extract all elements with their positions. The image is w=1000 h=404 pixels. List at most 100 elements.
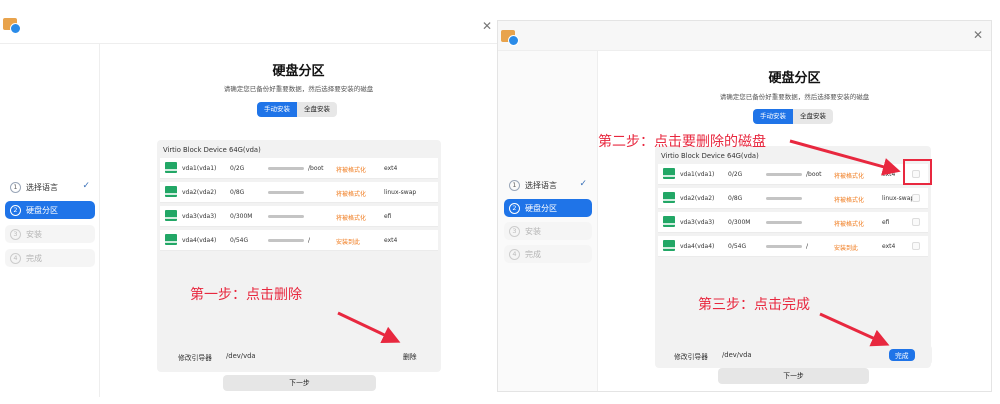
partition-size: 0/8G	[728, 195, 743, 202]
delete-button[interactable]: 删除	[403, 351, 417, 361]
install-mode-toggle: 手动安装 全盘安装	[753, 109, 833, 124]
bootloader-bar: 修改引导器 /dev/vda 删除	[166, 346, 438, 366]
partition-usage-bar	[766, 245, 802, 248]
annotation-step1: 第一步：点击删除	[190, 287, 302, 303]
installer-app-icon	[501, 30, 519, 46]
disk-partition-list: Virtio Block Device 64G(vda) vda1(vda1) 0…	[157, 140, 441, 372]
main-content: 硬盘分区 请确定您已备份好重要数据，然后选择要安装的磁盘 手动安装 全盘安装 V…	[598, 51, 991, 391]
partition-mount: /	[308, 237, 311, 244]
full-disk-install-tab[interactable]: 全盘安装	[793, 109, 833, 124]
partition-filesystem: efi	[882, 219, 890, 226]
steps-sidebar: 1 选择语言 ✓ 2 硬盘分区 3 安装 4 完成	[498, 51, 598, 391]
partition-row[interactable]: vda1(vda1) 0/2G/boot 将被格式化 ext4	[658, 164, 928, 185]
partition-row[interactable]: vda4(vda4) 0/54G / 安装到此 ext4	[160, 230, 438, 251]
partition-status: 将被格式化	[834, 173, 865, 180]
check-icon: ✓	[579, 179, 587, 189]
step-language: 1 选择语言 ✓	[504, 176, 592, 194]
step-partition: 2 硬盘分区	[5, 201, 95, 219]
disk-partition-icon	[663, 216, 675, 227]
partition-row[interactable]: vda2(vda2) 0/8G 将被格式化 linux-swap	[658, 188, 928, 209]
disk-partition-icon	[663, 192, 675, 203]
partition-size: 0/2G	[728, 171, 743, 178]
disk-partition-icon	[165, 186, 177, 197]
next-step-button[interactable]: 下一步	[223, 375, 376, 391]
partition-row[interactable]: vda3(vda3) 0/300M 将被格式化 efi	[658, 212, 928, 233]
partition-status: 将被格式化	[336, 191, 367, 198]
page-subtitle: 请确定您已备份好重要数据，然后选择要安装的磁盘	[223, 85, 374, 93]
step-install: 3 安装	[5, 225, 95, 243]
partition-status: 安装到此	[834, 245, 859, 252]
close-icon[interactable]: ✕	[973, 29, 983, 41]
full-disk-install-tab[interactable]: 全盘安装	[297, 102, 337, 117]
titlebar: ✕	[0, 8, 497, 44]
partition-usage-bar	[268, 239, 304, 242]
partition-status: 将被格式化	[336, 167, 367, 174]
done-button[interactable]: 完成	[889, 349, 915, 361]
page-subtitle: 请确定您已备份好重要数据，然后选择要安装的磁盘	[719, 93, 870, 101]
annotation-step3: 第三步：点击完成	[698, 297, 810, 313]
partition-row[interactable]: vda3(vda3) 0/300M 将被格式化 efi	[160, 206, 438, 227]
partition-select-checkbox[interactable]	[912, 194, 920, 202]
close-icon[interactable]: ✕	[482, 20, 492, 32]
bootloader-device[interactable]: /dev/vda	[722, 351, 752, 359]
partition-size: 0/8G	[230, 189, 245, 196]
partition-size: 0/54G	[728, 243, 747, 250]
bootloader-device[interactable]: /dev/vda	[226, 352, 256, 360]
installer-window-right: ✕ 1 选择语言 ✓ 2 硬盘分区 3 安装 4 完成 硬盘分区 请确定您已备份…	[497, 20, 992, 392]
partition-filesystem: ext4	[882, 171, 896, 178]
partition-usage-bar	[766, 197, 802, 200]
partition-select-checkbox[interactable]	[912, 242, 920, 250]
bootloader-label: 修改引导器	[674, 353, 708, 361]
partition-status: 将被格式化	[834, 197, 865, 204]
partition-mount: /boot	[308, 165, 324, 172]
disk-partition-icon	[663, 240, 675, 251]
partition-select-checkbox[interactable]	[912, 218, 920, 226]
manual-install-tab[interactable]: 手动安装	[753, 109, 794, 124]
partition-name: vda4(vda4)	[680, 243, 715, 250]
check-icon: ✓	[82, 181, 90, 191]
partition-filesystem: linux-swap	[882, 195, 915, 202]
bootloader-label: 修改引导器	[178, 354, 212, 362]
partition-size: 0/54G	[230, 237, 249, 244]
annotation-step2: 第二步：点击要删除的磁盘	[598, 134, 766, 150]
partition-name: vda3(vda3)	[182, 213, 217, 220]
manual-install-tab[interactable]: 手动安装	[257, 102, 298, 117]
partition-usage-bar	[766, 173, 802, 176]
titlebar: ✕	[498, 21, 991, 51]
partition-row[interactable]: vda2(vda2) 0/8G 将被格式化 linux-swap	[160, 182, 438, 203]
installer-app-icon	[3, 18, 21, 34]
step-partition: 2 硬盘分区	[504, 199, 592, 217]
partition-name: vda1(vda1)	[182, 165, 217, 172]
partition-size: 0/300M	[230, 213, 253, 220]
step-language: 1 选择语言 ✓	[5, 178, 95, 196]
disk-partition-icon	[165, 234, 177, 245]
annotation-highlight-box	[903, 159, 932, 185]
disk-partition-list: Virtio Block Device 64G(vda) vda1(vda1) 0…	[655, 146, 931, 368]
partition-status: 将被格式化	[834, 221, 865, 228]
partition-row[interactable]: vda1(vda1) 0/2G/boot 将被格式化 ext4	[160, 158, 438, 179]
partition-filesystem: ext4	[882, 243, 896, 250]
partition-name: vda4(vda4)	[182, 237, 217, 244]
partition-filesystem: ext4	[384, 165, 398, 172]
page-title: 硬盘分区	[272, 64, 325, 79]
partition-row[interactable]: vda4(vda4) 0/54G / 安装到此 ext4	[658, 236, 928, 257]
partition-filesystem: linux-swap	[384, 189, 417, 196]
partition-size: 0/2G	[230, 165, 245, 172]
page-title: 硬盘分区	[768, 71, 821, 86]
step-finish: 4 完成	[5, 249, 95, 267]
main-content: 硬盘分区 请确定您已备份好重要数据，然后选择要安装的磁盘 手动安装 全盘安装 V…	[100, 44, 497, 397]
partition-usage-bar	[766, 221, 802, 224]
partition-name: vda2(vda2)	[182, 189, 217, 196]
steps-sidebar: 1 选择语言 ✓ 2 硬盘分区 3 安装 4 完成	[0, 44, 100, 397]
installer-window-left: ✕ 1 选择语言 ✓ 2 硬盘分区 3 安装 4 完成 硬盘分区 请确定您已备份…	[0, 8, 497, 397]
partition-usage-bar	[268, 215, 304, 218]
partition-filesystem: ext4	[384, 237, 398, 244]
disk-partition-icon	[663, 168, 675, 179]
install-mode-toggle: 手动安装 全盘安装	[257, 102, 337, 117]
disk-name: Virtio Block Device 64G(vda)	[163, 146, 261, 154]
next-step-button[interactable]: 下一步	[718, 368, 869, 384]
step-finish: 4 完成	[504, 245, 592, 263]
partition-usage-bar	[268, 167, 304, 170]
partition-name: vda1(vda1)	[680, 171, 715, 178]
partition-status: 将被格式化	[336, 215, 367, 222]
